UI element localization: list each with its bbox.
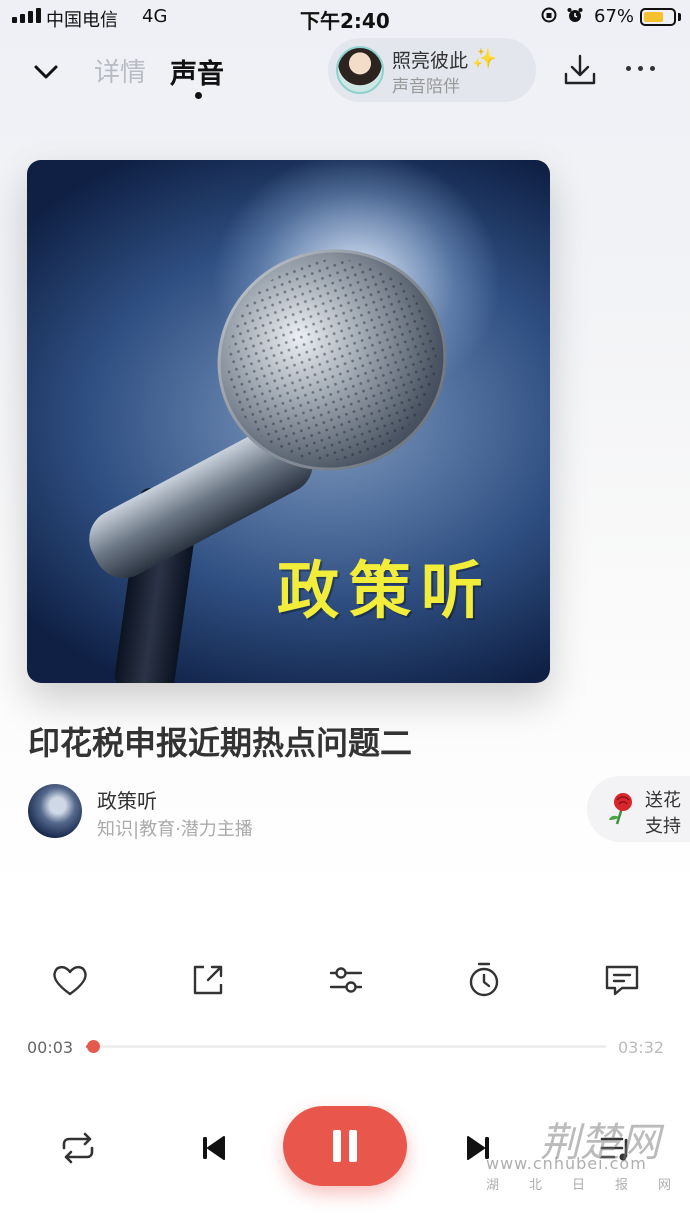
avatar: [336, 46, 384, 94]
progress-knob[interactable]: [87, 1040, 100, 1053]
companion-pill[interactable]: 照亮彼此 ✨ 声音陪伴: [328, 38, 536, 102]
track-title: 印花税申报近期热点问题二: [28, 724, 413, 762]
download-icon[interactable]: [562, 52, 598, 88]
comment-button[interactable]: [602, 960, 642, 1000]
signal-icon: [12, 8, 41, 23]
status-icons: [540, 6, 584, 24]
cover-title: 政策听: [277, 554, 494, 627]
comment-icon: [605, 965, 639, 996]
sparkle-icon: ✨: [472, 46, 497, 70]
equalizer-button[interactable]: [326, 960, 366, 1000]
previous-icon: [203, 1136, 225, 1160]
watermark-url: www.cnhubei.com: [486, 1154, 647, 1173]
share-icon: [193, 965, 223, 995]
more-icon[interactable]: [626, 66, 655, 71]
status-bar: 中国电信 4G 下午2:40 67%: [0, 0, 690, 36]
battery-percent: 67%: [594, 6, 635, 27]
pause-button[interactable]: [283, 1106, 407, 1186]
current-time: 00:03: [27, 1038, 74, 1057]
equalizer-icon: [329, 967, 363, 993]
battery-cap: [678, 13, 681, 21]
active-tab-indicator: [195, 92, 202, 99]
progress-bar[interactable]: [86, 1040, 606, 1053]
like-button[interactable]: [50, 960, 90, 1000]
total-time: 03:32: [618, 1038, 665, 1057]
watermark-sub: 湖北日报网: [486, 1178, 690, 1193]
heart-icon: [53, 965, 87, 996]
pause-icon-bar-left: [333, 1130, 341, 1162]
author-meta: 知识|教育·潜力主播: [97, 819, 253, 840]
clock: 下午2:40: [300, 9, 390, 33]
repeat-button[interactable]: [58, 1128, 98, 1168]
share-button[interactable]: [188, 960, 228, 1000]
alarm-icon: [567, 8, 583, 22]
author-name[interactable]: 政策听: [97, 785, 157, 814]
flower-label-line2: 支持: [645, 816, 681, 837]
rose-icon: [609, 793, 632, 825]
carrier-label: 中国电信: [46, 10, 118, 31]
previous-button[interactable]: [194, 1128, 234, 1168]
tab-details[interactable]: 详情: [94, 52, 146, 89]
battery-icon: [640, 8, 676, 26]
avatar[interactable]: [28, 784, 82, 838]
orientation-lock-icon: [541, 7, 557, 23]
companion-title: 照亮彼此: [392, 50, 469, 72]
album-cover: 政策听: [27, 160, 550, 683]
send-flower-button[interactable]: 送花 支持: [587, 776, 690, 842]
flower-label-line1: 送花: [645, 790, 681, 811]
chevron-down-icon[interactable]: [30, 56, 62, 88]
repeat-icon: [62, 1132, 94, 1164]
timer-icon: [469, 962, 499, 997]
timer-button[interactable]: [464, 960, 504, 1000]
network-label: 4G: [142, 6, 168, 27]
companion-subtitle: 声音陪伴: [392, 77, 460, 97]
tab-sound[interactable]: 声音: [170, 52, 224, 91]
pause-icon-bar-right: [349, 1130, 357, 1162]
